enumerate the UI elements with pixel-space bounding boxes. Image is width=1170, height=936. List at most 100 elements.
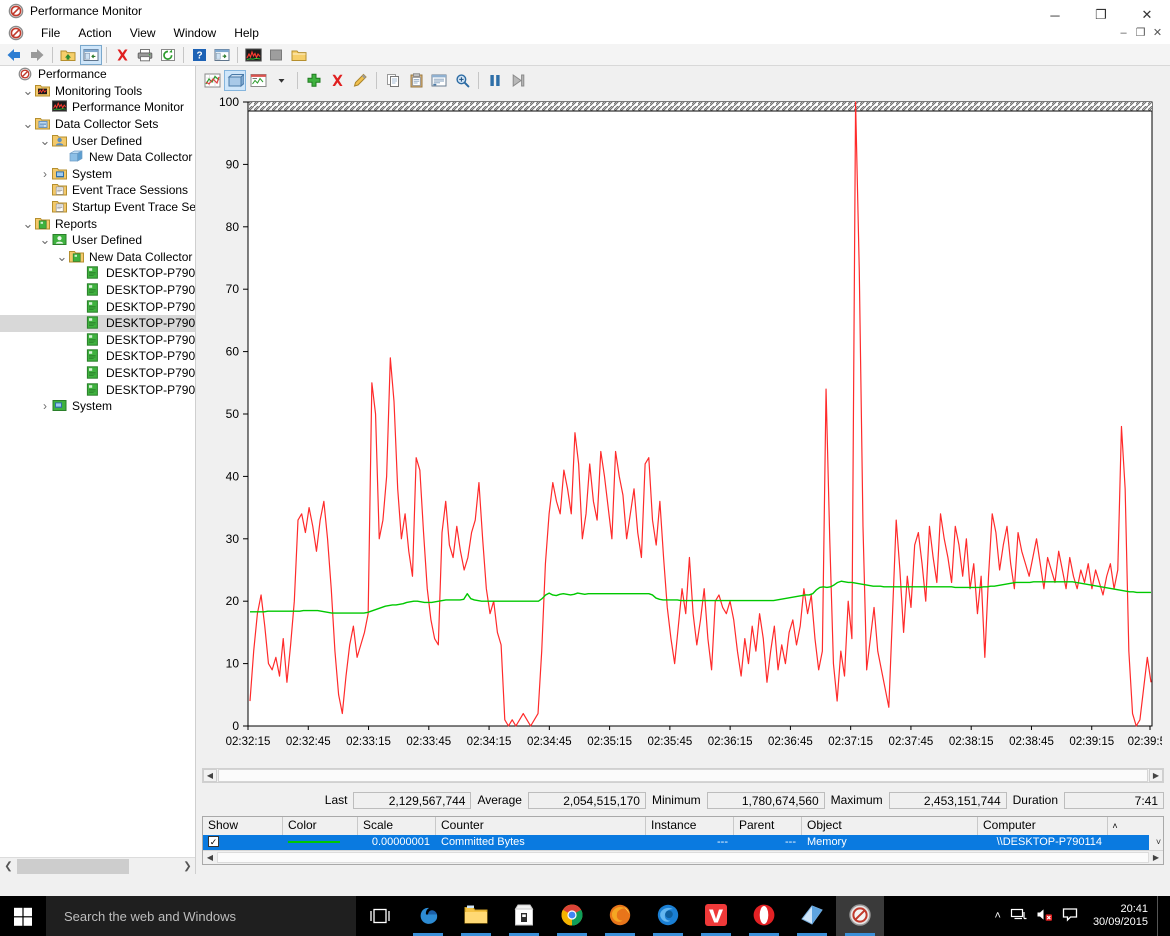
scroll-track[interactable] xyxy=(218,769,1148,782)
properties-window-button[interactable] xyxy=(428,70,450,91)
chevron-down-icon[interactable]: ⌄ xyxy=(55,250,69,263)
volume-muted-icon[interactable] xyxy=(1036,907,1053,925)
tree-item-desktop-p790114-20[interactable]: DESKTOP-P790114_20 xyxy=(0,365,195,382)
legend-scroll-up-arrow[interactable]: ˄ xyxy=(1108,817,1122,835)
tree-item-user-defined[interactable]: ⌄ User Defined xyxy=(0,132,195,149)
help-button[interactable]: ? xyxy=(188,45,210,65)
windows-start-icon[interactable] xyxy=(0,896,46,936)
chevron-down-icon[interactable]: ⌄ xyxy=(21,84,35,97)
legend-column-counter[interactable]: Counter xyxy=(436,817,646,835)
tree-horizontal-scrollbar[interactable]: ❮ ❯ xyxy=(0,857,195,874)
legend-horizontal-scrollbar[interactable]: ◀ ▶ xyxy=(203,850,1163,864)
taskbar-opera[interactable] xyxy=(740,896,788,936)
tree-item-monitoring-tools[interactable]: ⌄ Monitoring Tools xyxy=(0,83,195,100)
taskbar-chrome[interactable] xyxy=(548,896,596,936)
mdi-close-button[interactable]: ✕ xyxy=(1149,24,1166,41)
tree-item-new-data-collector-set[interactable]: ⌄ New Data Collector Set xyxy=(0,249,195,266)
taskbar-edge[interactable] xyxy=(404,896,452,936)
tree-item-performance[interactable]: Performance xyxy=(0,66,195,83)
search-input[interactable]: Search the web and Windows xyxy=(46,896,356,936)
forward-button[interactable] xyxy=(26,45,48,65)
scroll-left-arrow[interactable]: ◀ xyxy=(203,853,217,862)
show-desktop-button[interactable] xyxy=(1157,896,1164,936)
copy-properties-button[interactable] xyxy=(382,70,404,91)
tree-item-system[interactable]: › System xyxy=(0,166,195,183)
taskbar-perfmon[interactable] xyxy=(836,896,884,936)
chevron-down-icon[interactable]: ⌄ xyxy=(21,117,35,130)
network-icon[interactable] xyxy=(1010,907,1027,925)
menu-item-window[interactable]: Window xyxy=(165,24,226,42)
legend-column-object[interactable]: Object xyxy=(802,817,978,835)
view-line-graph-button[interactable] xyxy=(201,70,223,91)
menu-item-action[interactable]: Action xyxy=(69,24,120,42)
performance-graph[interactable]: 0 10 20 30 40 50 60 70 80 90 100 02:32:15 02:32:45 02… xyxy=(200,94,1170,764)
scroll-left-arrow[interactable]: ❮ xyxy=(0,858,17,874)
tree-item-desktop-p790114-20[interactable]: DESKTOP-P790114_20 xyxy=(0,314,195,332)
view-report-button[interactable] xyxy=(247,70,269,91)
up-folder-button[interactable] xyxy=(57,45,79,65)
legend-column-instance[interactable]: Instance xyxy=(646,817,734,835)
legend-column-show[interactable]: Show xyxy=(203,817,283,835)
scroll-left-arrow[interactable]: ◀ xyxy=(203,769,217,782)
stop-button[interactable] xyxy=(265,45,287,65)
zoom-button[interactable] xyxy=(451,70,473,91)
legend-column-computer[interactable]: Computer xyxy=(978,817,1108,835)
tree-item-desktop-p790114-20[interactable]: DESKTOP-P790114_20 xyxy=(0,282,195,299)
back-button[interactable] xyxy=(3,45,25,65)
legend-column-scale[interactable]: Scale xyxy=(358,817,436,835)
mdi-minimize-button[interactable]: – xyxy=(1115,24,1132,41)
scroll-right-arrow[interactable]: ▶ xyxy=(1149,853,1163,862)
tree-item-performance-monitor[interactable]: Performance Monitor xyxy=(0,99,195,116)
scroll-right-arrow[interactable]: ▶ xyxy=(1149,769,1163,782)
scroll-track[interactable] xyxy=(217,852,1149,863)
tree-item-user-defined[interactable]: ⌄ User Defined xyxy=(0,232,195,249)
tree-item-data-collector-sets[interactable]: ⌄ Data Collector Sets xyxy=(0,116,195,133)
tree-item-new-data-collector-set[interactable]: New Data Collector Set xyxy=(0,149,195,166)
tray-chevron-icon[interactable]: ˄ xyxy=(995,910,1001,922)
legend-row[interactable]: ✓ 0.00000001 Committed Bytes --- --- Memory \\… xyxy=(203,835,1163,850)
taskbar-store[interactable] xyxy=(500,896,548,936)
legend-column-color[interactable]: Color xyxy=(283,817,358,835)
legend-scroll-down-arrow[interactable]: ˅ xyxy=(1149,835,1163,850)
menu-item-file[interactable]: File xyxy=(32,24,69,42)
menu-item-help[interactable]: Help xyxy=(225,24,268,42)
print-button[interactable] xyxy=(134,45,156,65)
taskbar-blue-app[interactable] xyxy=(788,896,836,936)
add-counter-button[interactable] xyxy=(303,70,325,91)
freeze-display-button[interactable] xyxy=(484,70,506,91)
legend-column-parent[interactable]: Parent xyxy=(734,817,802,835)
legend-show-checkbox[interactable]: ✓ xyxy=(203,835,283,850)
chevron-down-icon[interactable]: ⌄ xyxy=(38,233,52,246)
counter-legend[interactable]: Show Color Scale Counter Instance Parent Objec… xyxy=(202,816,1164,865)
task-view-icon[interactable] xyxy=(356,896,404,936)
tray-clock[interactable]: 20:41 30/09/2015 xyxy=(1087,903,1148,929)
chevron-down-icon[interactable]: ⌄ xyxy=(21,217,35,230)
highlight-button[interactable] xyxy=(349,70,371,91)
performance-monitor-button[interactable] xyxy=(242,45,264,65)
taskbar-file-explorer[interactable] xyxy=(452,896,500,936)
paste-counter-list-button[interactable] xyxy=(405,70,427,91)
tree-item-desktop-p790114-20[interactable]: DESKTOP-P790114_20 xyxy=(0,298,195,315)
tree-item-desktop-p790114-20[interactable]: DESKTOP-P790114_20 xyxy=(0,265,195,282)
chevron-down-icon[interactable]: ⌄ xyxy=(38,134,52,147)
tree-item-reports[interactable]: ⌄ Reports xyxy=(0,215,195,232)
tree-item-desktop-p790114-20[interactable]: DESKTOP-P790114_20 xyxy=(0,348,195,365)
taskbar-firefox-blue[interactable] xyxy=(644,896,692,936)
mdi-restore-button[interactable]: ❐ xyxy=(1132,24,1149,41)
graph-horizontal-scrollbar[interactable]: ◀ ▶ xyxy=(202,768,1164,783)
delete-counter-button[interactable] xyxy=(326,70,348,91)
action-center-icon[interactable] xyxy=(1062,907,1078,925)
show-console-tree-button[interactable] xyxy=(80,44,102,65)
console-tree[interactable]: Performance ⌄ Monitoring Tools Performance … xyxy=(0,66,196,874)
scroll-thumb[interactable] xyxy=(17,858,129,874)
properties-button[interactable] xyxy=(211,45,233,65)
chevron-right-icon[interactable]: › xyxy=(38,399,52,413)
update-data-button[interactable] xyxy=(507,70,529,91)
chart-canvas[interactable]: 0 10 20 30 40 50 60 70 80 90 100 02:32:15 02:32:45 02… xyxy=(200,94,1170,764)
tree-item-desktop-p790114-20[interactable]: DESKTOP-P790114_20 xyxy=(0,381,195,398)
view-histogram-button[interactable] xyxy=(224,69,246,91)
scroll-right-arrow[interactable]: ❯ xyxy=(179,858,195,874)
tree-item-system[interactable]: › System xyxy=(0,398,195,415)
new-folder-button[interactable] xyxy=(288,45,310,65)
tree-item-startup-event-trace-sessions[interactable]: Startup Event Trace Sessions xyxy=(0,199,195,216)
